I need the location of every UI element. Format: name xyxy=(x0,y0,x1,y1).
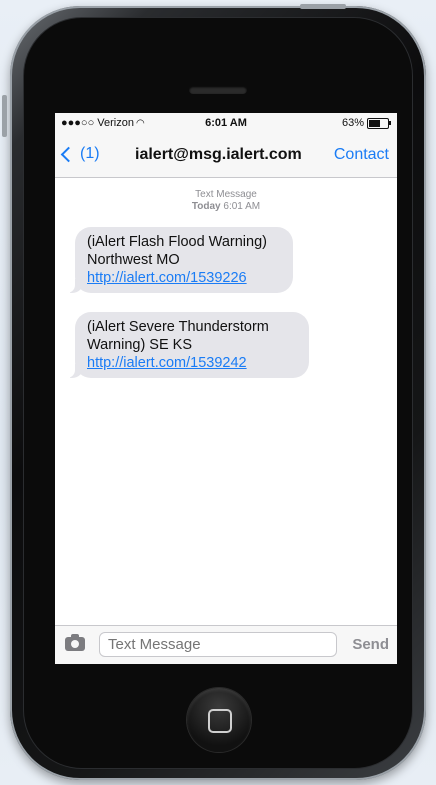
message-input-bar: Send xyxy=(55,625,397,664)
send-button[interactable]: Send xyxy=(352,636,389,653)
battery-status: 63% xyxy=(341,117,391,129)
timestamp: Today 6:01 AM xyxy=(191,201,261,212)
earpiece-speaker xyxy=(189,86,247,94)
screen: ●●●○○ Verizon ◠ 6:01 AM 63% (1) ialert@ms… xyxy=(55,113,397,664)
battery-fill xyxy=(369,119,380,127)
battery-percent: 63% xyxy=(341,117,364,129)
camera-icon[interactable] xyxy=(65,634,85,651)
message-text: (iAlert Severe Thunderstorm Warning) SE … xyxy=(87,319,269,353)
message-type-label: Text Message xyxy=(195,189,257,200)
message-bubble: (iAlert Severe Thunderstorm Warning) SE … xyxy=(65,312,309,378)
message-text: (iAlert Flash Flood Warning) Northwest M… xyxy=(87,234,267,268)
back-button[interactable]: (1) xyxy=(60,145,100,163)
chevron-left-icon xyxy=(60,146,77,162)
message-link[interactable]: http://ialert.com/1539226 xyxy=(87,270,247,286)
status-bar: ●●●○○ Verizon ◠ 6:01 AM 63% xyxy=(55,113,397,133)
message-link[interactable]: http://ialert.com/1539242 xyxy=(87,355,247,371)
nav-bar: (1) ialert@msg.ialert.com Contact xyxy=(55,133,397,178)
power-button xyxy=(300,4,346,9)
battery-icon xyxy=(367,117,391,129)
message-input[interactable] xyxy=(99,632,337,657)
message-bubble: (iAlert Flash Flood Warning) Northwest M… xyxy=(65,227,293,293)
contact-button[interactable]: Contact xyxy=(334,146,389,164)
home-button[interactable] xyxy=(187,688,251,752)
thread-header: Text Message Today 6:01 AM xyxy=(55,189,397,213)
back-count: (1) xyxy=(80,145,100,162)
conversation-title: ialert@msg.ialert.com xyxy=(135,146,302,163)
volume-button xyxy=(2,95,7,137)
